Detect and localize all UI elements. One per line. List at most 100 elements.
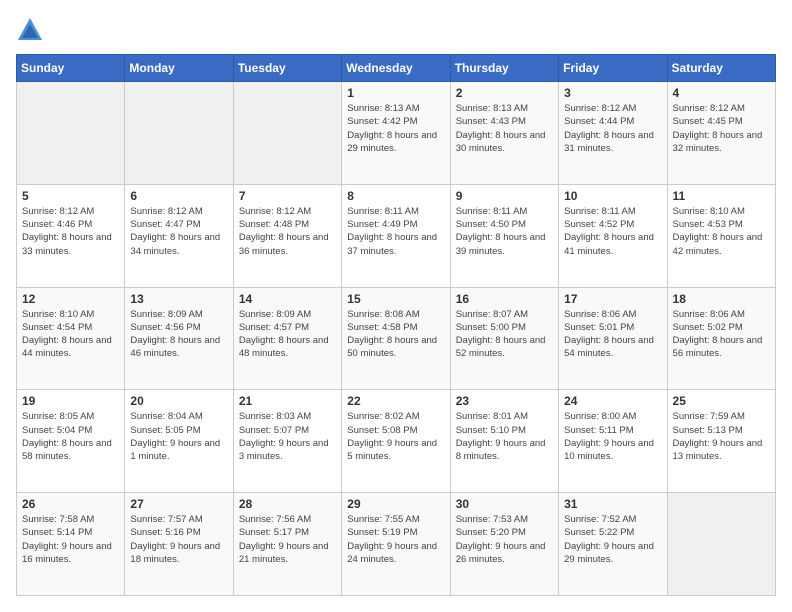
calendar-cell: 14Sunrise: 8:09 AM Sunset: 4:57 PM Dayli… — [233, 287, 341, 390]
calendar-week-row: 12 Sunrise: 8:10 AM Sunset: 4:54 PM Dayli… — [17, 287, 776, 390]
day-info: Sunrise: 8:00 AM Sunset: 5:11 PM Dayligh… — [564, 410, 661, 463]
calendar-cell: 21Sunrise: 8:03 AM Sunset: 5:07 PM Dayli… — [233, 390, 341, 493]
calendar-week-row: 1 Sunrise: 8:13 AM Sunset: 4:42 PM Daylig… — [17, 82, 776, 185]
calendar-cell: 19 Sunrise: 8:05 AM Sunset: 5:04 PM Dayli… — [17, 390, 125, 493]
calendar-cell: 23 Sunrise: 8:01 AM Sunset: 5:10 PM Dayli… — [450, 390, 558, 493]
calendar-cell: 1 Sunrise: 8:13 AM Sunset: 4:42 PM Daylig… — [342, 82, 450, 185]
day-info: Sunrise: 8:08 AM Sunset: 4:58 PM Dayligh… — [347, 308, 444, 361]
day-info: Sunrise: 8:10 AM Sunset: 4:54 PM Dayligh… — [22, 308, 119, 361]
calendar-cell — [667, 493, 775, 596]
day-info: Sunrise: 8:06 AM Sunset: 5:02 PM Dayligh… — [673, 308, 770, 361]
calendar-cell — [17, 82, 125, 185]
day-number: 5 — [22, 189, 119, 203]
weekday-header: Tuesday — [233, 55, 341, 82]
day-number: 27 — [130, 497, 227, 511]
calendar-cell: 30 Sunrise: 7:53 AM Sunset: 5:20 PM Dayli… — [450, 493, 558, 596]
day-number: 3 — [564, 86, 661, 100]
calendar-cell: 8Sunrise: 8:11 AM Sunset: 4:49 PM Daylig… — [342, 184, 450, 287]
day-number: 10 — [564, 189, 661, 203]
calendar-cell: 17 Sunrise: 8:06 AM Sunset: 5:01 PM Dayli… — [559, 287, 667, 390]
calendar-cell: 13 Sunrise: 8:09 AM Sunset: 4:56 PM Dayli… — [125, 287, 233, 390]
calendar-cell: 25 Sunrise: 7:59 AM Sunset: 5:13 PM Dayli… — [667, 390, 775, 493]
calendar-cell: 18Sunrise: 8:06 AM Sunset: 5:02 PM Dayli… — [667, 287, 775, 390]
calendar-cell: 24 Sunrise: 8:00 AM Sunset: 5:11 PM Dayli… — [559, 390, 667, 493]
day-number: 4 — [673, 86, 770, 100]
calendar-cell: 22 Sunrise: 8:02 AM Sunset: 5:08 PM Dayli… — [342, 390, 450, 493]
day-info: Sunrise: 8:11 AM Sunset: 4:52 PM Dayligh… — [564, 205, 661, 258]
day-info: Sunrise: 7:58 AM Sunset: 5:14 PM Dayligh… — [22, 513, 119, 566]
calendar-cell: 15 Sunrise: 8:08 AM Sunset: 4:58 PM Dayli… — [342, 287, 450, 390]
day-number: 23 — [456, 394, 553, 408]
weekday-header: Wednesday — [342, 55, 450, 82]
day-info: Sunrise: 8:12 AM Sunset: 4:48 PM Dayligh… — [239, 205, 336, 258]
day-info: Sunrise: 8:12 AM Sunset: 4:44 PM Dayligh… — [564, 102, 661, 155]
day-number: 2 — [456, 86, 553, 100]
weekday-header: Monday — [125, 55, 233, 82]
calendar-cell: 31Sunrise: 7:52 AM Sunset: 5:22 PM Dayli… — [559, 493, 667, 596]
calendar-cell: 29 Sunrise: 7:55 AM Sunset: 5:19 PM Dayli… — [342, 493, 450, 596]
calendar-cell: 5Sunrise: 8:12 AM Sunset: 4:46 PM Daylig… — [17, 184, 125, 287]
day-number: 7 — [239, 189, 336, 203]
day-info: Sunrise: 8:13 AM Sunset: 4:42 PM Dayligh… — [347, 102, 444, 155]
day-number: 25 — [673, 394, 770, 408]
weekday-header: Friday — [559, 55, 667, 82]
calendar-cell: 7 Sunrise: 8:12 AM Sunset: 4:48 PM Daylig… — [233, 184, 341, 287]
day-number: 20 — [130, 394, 227, 408]
calendar-cell: 16 Sunrise: 8:07 AM Sunset: 5:00 PM Dayli… — [450, 287, 558, 390]
day-info: Sunrise: 7:57 AM Sunset: 5:16 PM Dayligh… — [130, 513, 227, 566]
day-number: 15 — [347, 292, 444, 306]
day-number: 9 — [456, 189, 553, 203]
day-info: Sunrise: 7:53 AM Sunset: 5:20 PM Dayligh… — [456, 513, 553, 566]
day-number: 22 — [347, 394, 444, 408]
calendar-cell: 6Sunrise: 8:12 AM Sunset: 4:47 PM Daylig… — [125, 184, 233, 287]
weekday-header-row: SundayMondayTuesdayWednesdayThursdayFrid… — [17, 55, 776, 82]
calendar-cell: 2Sunrise: 8:13 AM Sunset: 4:43 PM Daylig… — [450, 82, 558, 185]
calendar-cell: 4 Sunrise: 8:12 AM Sunset: 4:45 PM Daylig… — [667, 82, 775, 185]
day-info: Sunrise: 8:06 AM Sunset: 5:01 PM Dayligh… — [564, 308, 661, 361]
calendar-cell: 11Sunrise: 8:10 AM Sunset: 4:53 PM Dayli… — [667, 184, 775, 287]
page: SundayMondayTuesdayWednesdayThursdayFrid… — [0, 0, 792, 612]
day-info: Sunrise: 8:11 AM Sunset: 4:50 PM Dayligh… — [456, 205, 553, 258]
day-info: Sunrise: 8:11 AM Sunset: 4:49 PM Dayligh… — [347, 205, 444, 258]
day-info: Sunrise: 8:05 AM Sunset: 5:04 PM Dayligh… — [22, 410, 119, 463]
day-number: 19 — [22, 394, 119, 408]
day-info: Sunrise: 8:07 AM Sunset: 5:00 PM Dayligh… — [456, 308, 553, 361]
calendar-cell — [125, 82, 233, 185]
calendar-cell: 3 Sunrise: 8:12 AM Sunset: 4:44 PM Daylig… — [559, 82, 667, 185]
day-info: Sunrise: 8:04 AM Sunset: 5:05 PM Dayligh… — [130, 410, 227, 463]
day-number: 6 — [130, 189, 227, 203]
day-number: 28 — [239, 497, 336, 511]
day-number: 21 — [239, 394, 336, 408]
day-number: 12 — [22, 292, 119, 306]
calendar-cell: 10 Sunrise: 8:11 AM Sunset: 4:52 PM Dayli… — [559, 184, 667, 287]
day-info: Sunrise: 8:02 AM Sunset: 5:08 PM Dayligh… — [347, 410, 444, 463]
day-info: Sunrise: 8:01 AM Sunset: 5:10 PM Dayligh… — [456, 410, 553, 463]
day-number: 29 — [347, 497, 444, 511]
calendar-cell: 12 Sunrise: 8:10 AM Sunset: 4:54 PM Dayli… — [17, 287, 125, 390]
day-number: 24 — [564, 394, 661, 408]
day-info: Sunrise: 7:55 AM Sunset: 5:19 PM Dayligh… — [347, 513, 444, 566]
weekday-header: Saturday — [667, 55, 775, 82]
day-info: Sunrise: 7:52 AM Sunset: 5:22 PM Dayligh… — [564, 513, 661, 566]
day-info: Sunrise: 8:12 AM Sunset: 4:45 PM Dayligh… — [673, 102, 770, 155]
day-info: Sunrise: 8:09 AM Sunset: 4:56 PM Dayligh… — [130, 308, 227, 361]
day-number: 17 — [564, 292, 661, 306]
day-number: 30 — [456, 497, 553, 511]
calendar-cell: 28Sunrise: 7:56 AM Sunset: 5:17 PM Dayli… — [233, 493, 341, 596]
weekday-header: Sunday — [17, 55, 125, 82]
calendar-cell: 27 Sunrise: 7:57 AM Sunset: 5:16 PM Dayli… — [125, 493, 233, 596]
calendar-cell: 26 Sunrise: 7:58 AM Sunset: 5:14 PM Dayli… — [17, 493, 125, 596]
day-number: 14 — [239, 292, 336, 306]
day-number: 26 — [22, 497, 119, 511]
calendar-week-row: 19 Sunrise: 8:05 AM Sunset: 5:04 PM Dayli… — [17, 390, 776, 493]
day-info: Sunrise: 8:10 AM Sunset: 4:53 PM Dayligh… — [673, 205, 770, 258]
header — [16, 16, 776, 44]
day-info: Sunrise: 7:59 AM Sunset: 5:13 PM Dayligh… — [673, 410, 770, 463]
day-number: 16 — [456, 292, 553, 306]
day-number: 13 — [130, 292, 227, 306]
calendar-cell: 9 Sunrise: 8:11 AM Sunset: 4:50 PM Daylig… — [450, 184, 558, 287]
calendar: SundayMondayTuesdayWednesdayThursdayFrid… — [16, 54, 776, 596]
calendar-week-row: 5Sunrise: 8:12 AM Sunset: 4:46 PM Daylig… — [17, 184, 776, 287]
calendar-week-row: 26 Sunrise: 7:58 AM Sunset: 5:14 PM Dayli… — [17, 493, 776, 596]
day-number: 1 — [347, 86, 444, 100]
